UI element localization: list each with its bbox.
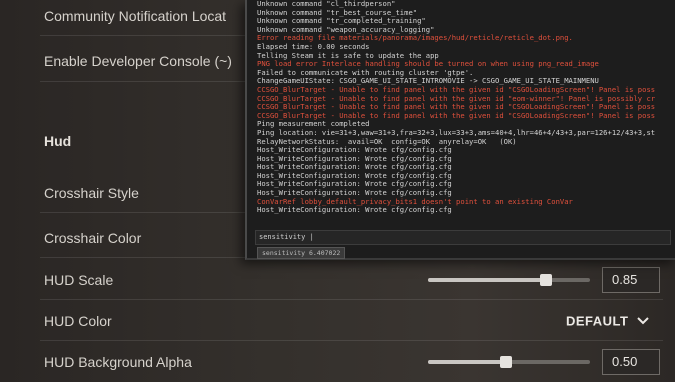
console-log: Unknown command "cl_thirdperson" Unknown … xyxy=(257,0,675,215)
setting-row-hud-color: HUD Color DEFAULT xyxy=(40,300,675,341)
slider-handle[interactable] xyxy=(540,273,553,286)
hud-scale-slider[interactable] xyxy=(428,273,590,286)
slider-fill xyxy=(428,277,547,282)
setting-label: HUD Color xyxy=(44,312,112,329)
section-title: Hud xyxy=(44,132,72,149)
slider-fill xyxy=(428,359,506,364)
setting-label: Community Notification Locat xyxy=(44,7,227,24)
setting-label: Crosshair Color xyxy=(44,229,142,246)
setting-row-hud-scale: HUD Scale 0.85 xyxy=(40,259,675,300)
console-autocomplete-suggestion[interactable]: sensitivity 6.407022 xyxy=(257,247,346,259)
chevron-down-icon xyxy=(637,317,650,325)
developer-console-window: Unknown command "cl_thirdperson" Unknown … xyxy=(245,0,675,260)
hud-color-dropdown[interactable]: DEFAULT xyxy=(566,313,650,328)
setting-label: HUD Background Alpha xyxy=(44,353,192,370)
setting-label: Crosshair Style xyxy=(44,184,139,201)
slider-handle[interactable] xyxy=(499,355,512,368)
dropdown-value: DEFAULT xyxy=(566,313,629,328)
hud-background-alpha-slider[interactable] xyxy=(428,355,590,368)
hud-background-alpha-value-input[interactable]: 0.50 xyxy=(602,348,660,375)
console-command-input[interactable]: sensitivity | xyxy=(255,230,671,245)
console-line: Host_WriteConfiguration: Wrote cfg/confi… xyxy=(257,205,452,215)
setting-label: Enable Developer Console (~) xyxy=(44,53,232,69)
setting-label: HUD Scale xyxy=(44,271,114,288)
hud-scale-value-input[interactable]: 0.85 xyxy=(602,266,660,293)
setting-row-hud-background-alpha: HUD Background Alpha 0.50 xyxy=(44,341,675,382)
